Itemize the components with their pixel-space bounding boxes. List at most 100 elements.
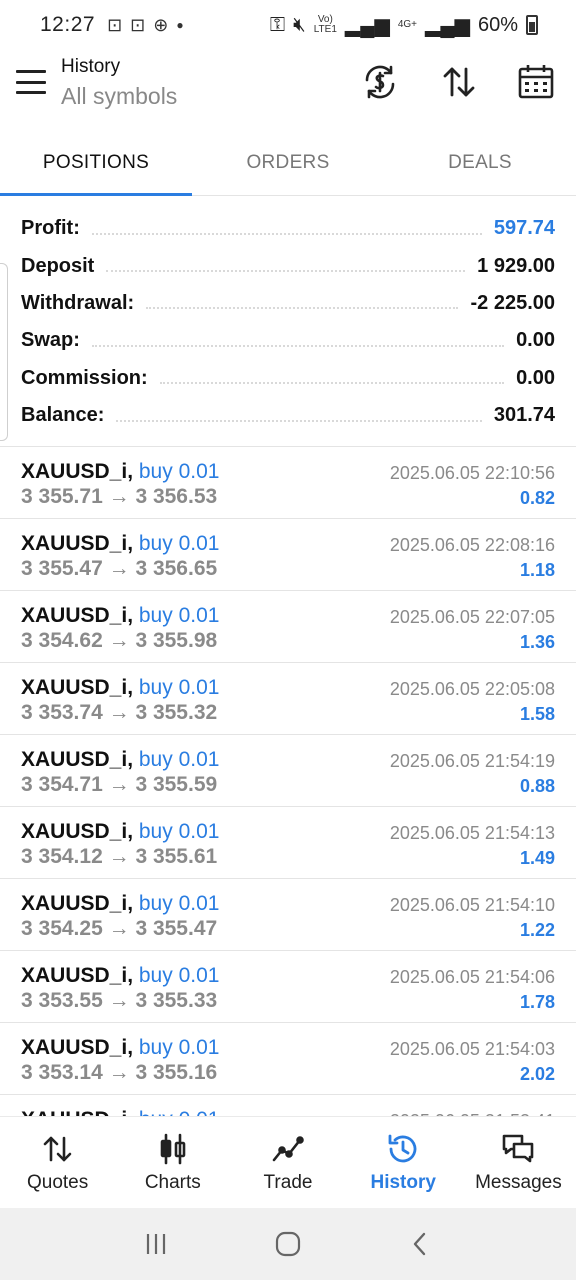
position-row[interactable]: XAUUSD_i, buy 0.01 3 354.62 → 3 355.98 202…	[0, 591, 576, 663]
status-bar: 12:27 ⊡ ⊡ ⊕ ● ⚿ 🔇︎ Vo) LTE1 ▂▄▆ 4G+ ▂▄▆ 6…	[0, 0, 576, 50]
history-tabs: POSITIONS ORDERS DEALS	[0, 130, 576, 196]
position-row[interactable]: XAUUSD_i, buy 0.01 3 353.74 → 3 355.32 202…	[0, 663, 576, 735]
nav-label: Quotes	[26, 1171, 89, 1193]
nav-history[interactable]: History	[346, 1117, 461, 1208]
position-row[interactable]: XAUUSD_i, buy 0.01 3 353.14 → 3 355.16 202…	[0, 1023, 576, 1095]
position-side: buy 0.01	[138, 604, 220, 627]
position-prices: 3 353.74 → 3 355.32	[21, 701, 218, 724]
nav-messages[interactable]: Messages	[461, 1117, 576, 1208]
summary-label: Swap:	[21, 329, 80, 352]
position-row[interactable]: XAUUSD_i, buy 0.01 3 355.71 → 3 356.53 202…	[0, 447, 576, 519]
bottom-navigation: Quotes Charts Trade History Messages	[0, 1116, 576, 1208]
volte-indicator: Vo) LTE1	[313, 14, 337, 35]
position-row[interactable]: XAUUSD_i, buy 0.01 3 354.71 → 3 355.59 202…	[0, 735, 576, 807]
summary-label: Withdrawal:	[21, 291, 135, 314]
nav-label: Charts	[144, 1171, 201, 1193]
summary-label: Commission:	[21, 366, 148, 389]
trade-icon	[272, 1135, 304, 1161]
position-time: 2025.06.05 22:08:16	[389, 535, 555, 555]
summary-label: Deposit	[21, 254, 95, 277]
position-profit: 1.78	[519, 992, 555, 1012]
summary-label: Profit:	[21, 217, 80, 240]
position-profit: 2.02	[519, 1064, 555, 1084]
position-prices: 3 355.47 → 3 356.65	[21, 557, 218, 580]
summary-value: 301.74	[493, 404, 555, 427]
messages-icon	[503, 1134, 534, 1162]
position-prices: 3 353.55 → 3 355.33	[21, 989, 218, 1012]
dot-icon: ●	[176, 18, 184, 32]
nav-label: Trade	[263, 1171, 313, 1193]
notification-icons: ⊡ ⊡ ⊕ ●	[107, 15, 184, 36]
tab-deals[interactable]: DEALS	[384, 130, 576, 195]
position-side: buy 0.01	[139, 1108, 220, 1116]
recent-apps-icon[interactable]	[136, 1224, 176, 1264]
position-prices: 3 354.62 → 3 355.98	[21, 629, 218, 652]
nav-quotes[interactable]: Quotes	[0, 1117, 115, 1208]
history-icon	[388, 1134, 417, 1162]
summary-row-commission: Commission: 0.00	[0, 360, 576, 397]
position-side: buy 0.01	[138, 1036, 220, 1059]
symbol-filter[interactable]: All symbols	[61, 83, 177, 110]
position-time: 2025.06.05 21:54:03	[389, 1039, 555, 1059]
position-symbol: XAUUSD_i, buy 0.01	[21, 748, 220, 771]
position-symbol: XAUUSD_i, buy 0.01	[21, 604, 220, 627]
tab-orders[interactable]: ORDERS	[192, 130, 384, 195]
signal-icon-2: ▂▄▆	[425, 14, 470, 37]
app-header: History All symbols	[0, 50, 576, 130]
position-symbol: XAUUSD_i, buy 0.01	[21, 676, 220, 699]
position-prices: 3 354.25 → 3 355.47	[21, 917, 218, 940]
nav-trade[interactable]: Trade	[230, 1117, 345, 1208]
menu-icon[interactable]	[16, 70, 46, 94]
position-symbol: XAUUSD_i, buy 0.01	[21, 820, 220, 843]
position-side: buy 0.01	[138, 964, 220, 987]
position-profit: 1.58	[519, 704, 555, 724]
signal-icon: ▂▄▆	[344, 14, 390, 37]
position-time: 2025.06.05 21:54:10	[389, 895, 555, 915]
position-side: buy 0.01	[138, 460, 220, 483]
position-side: buy 0.01	[138, 748, 220, 771]
key-icon: ⚿	[269, 13, 286, 36]
position-row[interactable]: XAUUSD_i, buy 0.01 3 353.55 → 3 355.33 202…	[0, 951, 576, 1023]
network-type: 4G+	[397, 19, 418, 30]
nav-charts[interactable]: Charts	[115, 1117, 230, 1208]
back-icon[interactable]	[400, 1224, 440, 1264]
position-row[interactable]: XAUUSD_i, buy 0.012025.06.05 21:53:41	[0, 1095, 576, 1116]
summary-row-withdrawal: Withdrawal: -2 225.00	[0, 285, 576, 322]
position-time: 2025.06.05 22:07:05	[389, 607, 555, 627]
tab-positions[interactable]: POSITIONS	[0, 130, 192, 196]
position-time: 2025.06.05 22:10:56	[389, 463, 555, 483]
nav-label: Messages	[475, 1171, 562, 1193]
positions-list[interactable]: XAUUSD_i, buy 0.01 3 355.71 → 3 356.53 202…	[0, 446, 576, 1116]
summary-row-profit: Profit: 597.74	[0, 210, 576, 247]
currency-exchange-icon[interactable]	[360, 62, 400, 102]
position-profit: 1.36	[519, 632, 555, 652]
battery-icon	[526, 15, 538, 35]
summary-value: 0.00	[516, 329, 555, 352]
sort-icon[interactable]	[439, 62, 479, 102]
location-icon: ⊕	[153, 14, 169, 35]
position-symbol: XAUUSD_i, buy 0.01	[21, 460, 220, 483]
summary-panel: Profit: 597.74 Deposit 1 929.00 Withdraw…	[0, 210, 576, 434]
home-icon[interactable]	[268, 1224, 308, 1264]
summary-row-deposit: Deposit 1 929.00	[0, 247, 576, 284]
position-row[interactable]: XAUUSD_i, buy 0.01 3 354.12 → 3 355.61 202…	[0, 807, 576, 879]
page-title: History	[61, 56, 121, 77]
charts-icon	[160, 1133, 186, 1164]
position-side: buy 0.01	[138, 820, 220, 843]
screen-record-icon: ⊡	[130, 14, 146, 35]
position-row[interactable]: XAUUSD_i, buy 0.01 3 354.25 → 3 355.47 202…	[0, 879, 576, 951]
battery-percent: 60%	[477, 13, 518, 36]
summary-value: 0.00	[516, 366, 555, 389]
position-side: buy 0.01	[138, 892, 220, 915]
position-side: buy 0.01	[138, 532, 220, 555]
position-prices: 3 354.12 → 3 355.61	[21, 845, 218, 868]
status-right: ⚿ 🔇︎ Vo) LTE1 ▂▄▆ 4G+ ▂▄▆ 60%	[270, 13, 538, 38]
calendar-icon[interactable]	[516, 62, 556, 102]
position-row[interactable]: XAUUSD_i, buy 0.01 3 355.47 → 3 356.65 202…	[0, 519, 576, 591]
position-side: buy 0.01	[138, 676, 220, 699]
summary-row-balance: Balance: 301.74	[0, 397, 576, 434]
summary-label: Balance:	[21, 404, 105, 427]
mute-icon: 🔇︎	[293, 13, 306, 36]
position-symbol: XAUUSD_i, buy 0.01	[21, 1036, 220, 1059]
position-time: 2025.06.05 21:54:19	[389, 751, 555, 771]
